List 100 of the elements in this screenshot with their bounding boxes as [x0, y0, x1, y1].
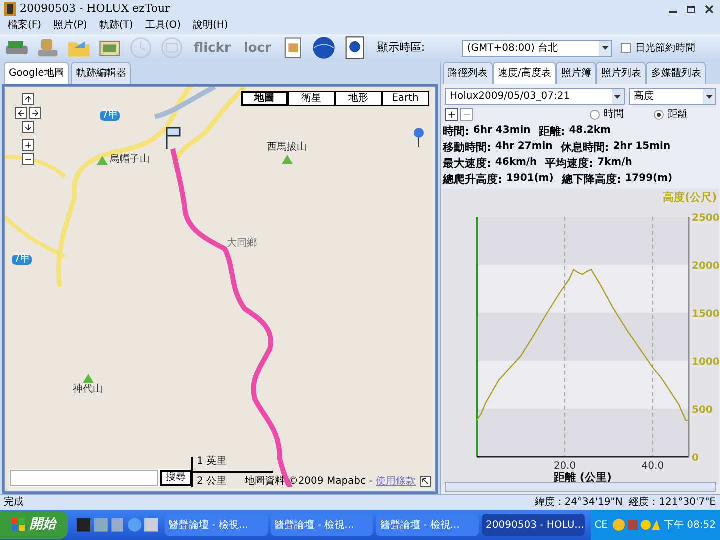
menu-item[interactable]: 軌跡(T): [99, 21, 134, 31]
stat-value: 6hr 43min: [473, 126, 531, 136]
stat-value: 1901(m): [506, 174, 554, 184]
dropdown-caret-icon[interactable]: [706, 94, 712, 98]
radio-button[interactable]: [590, 110, 600, 120]
taskbar-task[interactable]: 20090503 - HOLU...: [482, 514, 585, 536]
menu-item[interactable]: 說明(H): [193, 21, 228, 31]
stat-label: 距離:: [538, 126, 566, 136]
dropdown-caret-icon[interactable]: [614, 94, 622, 98]
quick-launch-icons[interactable]: [75, 517, 158, 533]
clock-text: 下午 08:52: [664, 518, 716, 532]
road-shield: 7甲: [12, 255, 32, 265]
mountain-icon: [97, 156, 108, 164]
radio-button[interactable]: [654, 110, 664, 120]
y-tick-label: 500: [692, 405, 712, 416]
horizontal-scrollbar[interactable]: [445, 482, 716, 492]
y-tick-label: 2500: [692, 213, 718, 224]
map-type-button[interactable]: 衛星: [288, 91, 335, 106]
x-tick-label: 40.0: [641, 461, 664, 472]
stat-label: 時間:: [443, 126, 470, 136]
place-label: 西馬拔山: [267, 143, 307, 153]
stat-label: 休息時間:: [560, 142, 610, 152]
place-label: 神代山: [73, 385, 103, 395]
language-indicator: CE: [594, 518, 608, 532]
taskbar-task[interactable]: 醫聲論壇 - 檢視...: [165, 514, 268, 536]
tray-icons[interactable]: [612, 518, 660, 532]
menu-item[interactable]: 檔案(F): [8, 21, 42, 31]
stat-label: 總下降高度:: [562, 174, 622, 184]
stat-value: 1799(m): [625, 174, 673, 184]
dst-checkbox[interactable]: [621, 43, 632, 53]
globe-icon[interactable]: [311, 35, 338, 61]
timezone-select[interactable]: (GMT+08:00) 台北: [462, 40, 612, 56]
tab[interactable]: 照片簿: [556, 62, 596, 84]
stat-value: 7km/h: [598, 158, 632, 168]
dst-label: 日光節約時間: [635, 42, 696, 56]
map-type-button[interactable]: 地形: [335, 91, 382, 106]
mountain-icon: [282, 155, 292, 164]
place-label: 烏帽子山: [110, 155, 150, 165]
app-icon: [4, 2, 16, 16]
pan-down-button[interactable]: [22, 121, 34, 133]
pan-left-button[interactable]: [15, 107, 27, 119]
plus-icon: [24, 140, 32, 150]
zoom-out-button[interactable]: [22, 153, 34, 165]
y-tick-label: 0: [692, 453, 698, 464]
corner-arrow-icon[interactable]: [420, 476, 431, 487]
window-title: 20090503 - HOLUX ezTour: [20, 0, 172, 17]
mountain-icon: [82, 374, 94, 383]
restore-button[interactable]: [684, 3, 698, 15]
menu-item[interactable]: 照片(P): [54, 21, 88, 31]
plus-icon: [446, 110, 456, 120]
stat-label: 移動時間:: [443, 142, 492, 152]
stat-value: 48.2km: [569, 126, 611, 136]
map-view[interactable]: 地圖 衛星 地形 Earth 7甲 西馬拔山 烏帽子山 大同鄉 7甲 神代山 搜尋 1 英里 2 公里 地圖資料 ©2009 Mapabc - 使用條款: [4, 86, 436, 492]
arrow-down-icon: [24, 122, 32, 132]
taskbar-task[interactable]: 醫聲論壇 - 檢視...: [376, 514, 480, 536]
timezone-label: 顯示時區:: [377, 40, 426, 56]
arrow-up-icon: [24, 94, 32, 104]
y-tick-label: 1500: [692, 309, 718, 320]
pan-up-button[interactable]: [22, 93, 34, 105]
tab[interactable]: Google地圖: [4, 62, 70, 84]
search-button[interactable]: 搜尋: [160, 470, 192, 486]
map-attribution: 地圖資料 ©2009 Mapabc -: [245, 476, 374, 486]
stat-value: 46km/h: [495, 158, 538, 168]
y-tick-label: 2000: [692, 261, 718, 272]
map-type-button[interactable]: 地圖: [241, 91, 288, 106]
map-type-button[interactable]: Earth: [382, 91, 429, 106]
stat-label: 總爬升高度:: [443, 174, 502, 184]
x-tick-label: 20.0: [553, 461, 576, 472]
tab[interactable]: 速度/高度表: [493, 62, 556, 84]
tab[interactable]: 軌跡編輯器: [71, 62, 132, 84]
map-search-field[interactable]: [10, 470, 158, 486]
y-axis-title: 高度(公尺): [662, 191, 716, 204]
status-text: 完成: [4, 496, 24, 510]
flag-icon: [165, 126, 181, 150]
tab[interactable]: 照片列表: [596, 62, 646, 84]
pin-icon[interactable]: [413, 127, 425, 147]
stat-value: 2hr 15min: [613, 142, 671, 152]
add-button[interactable]: [445, 108, 458, 121]
tab[interactable]: 路徑列表: [443, 62, 493, 84]
radio-label: 距離: [668, 108, 688, 122]
stat-label: 最大速度:: [443, 158, 492, 168]
track-select[interactable]: Holux2009/05/03_07:21: [445, 88, 625, 105]
dropdown-caret-icon[interactable]: [602, 46, 609, 50]
pan-right-button[interactable]: [29, 107, 41, 119]
road-shield: 7甲: [100, 111, 120, 121]
tab[interactable]: 多媒體列表: [646, 62, 706, 84]
start-button[interactable]: 開始: [0, 511, 68, 539]
zoom-in-button[interactable]: [22, 139, 34, 151]
measure-select[interactable]: 高度: [628, 88, 716, 105]
stat-label: 平均速度:: [545, 158, 594, 168]
windows-logo-icon: [12, 518, 26, 532]
arrow-left-icon: [16, 108, 26, 118]
x-axis-title: 距離 (公里): [554, 471, 612, 484]
arrow-right-icon: [30, 108, 40, 118]
menu-item[interactable]: 工具(O): [145, 21, 182, 31]
y-tick-label: 1000: [692, 357, 718, 368]
stat-value: 4hr 27min: [495, 142, 553, 152]
radio-label: 時間: [604, 108, 624, 122]
place-label: 大同鄉: [227, 239, 257, 249]
taskbar-task[interactable]: 醫聲論壇 - 檢視...: [270, 514, 374, 536]
